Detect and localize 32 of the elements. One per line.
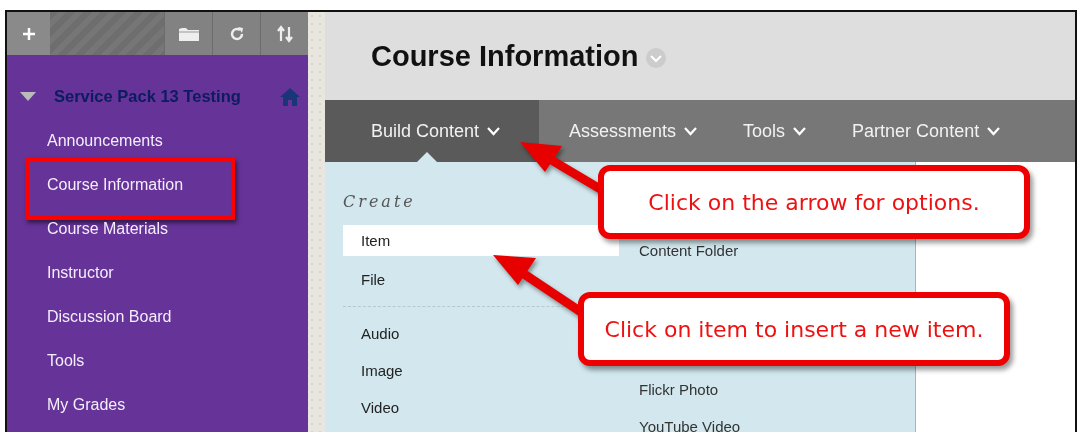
chevron-icon: [684, 126, 698, 136]
chevron-icon: [793, 126, 807, 136]
nav-tab[interactable]: Build Content: [325, 100, 539, 162]
sidebar-item[interactable]: Announcements: [47, 132, 163, 150]
page-title: Course Information: [371, 39, 639, 73]
callout: Click on item to insert a new item.: [578, 292, 1010, 366]
sidebar-item[interactable]: My Grades: [47, 396, 126, 414]
menu-heading: Create: [343, 192, 417, 211]
add-icon[interactable]: [7, 12, 50, 55]
refresh-icon[interactable]: [212, 12, 260, 55]
sidebar-item[interactable]: Instructor: [47, 264, 114, 282]
menu-item[interactable]: Item: [343, 225, 619, 256]
nav-tab[interactable]: Tools: [713, 100, 823, 162]
menu-item[interactable]: Image: [343, 352, 403, 389]
sidebar-item[interactable]: Tools: [47, 352, 85, 370]
sidebar-item[interactable]: Course Materials: [47, 220, 168, 238]
folder-icon[interactable]: [164, 12, 212, 55]
menu-item[interactable]: Video: [343, 389, 400, 426]
menu-item[interactable]: Content Folder: [639, 240, 739, 260]
sidebar-item[interactable]: Course Information: [47, 176, 184, 194]
collapse-icon[interactable]: [20, 92, 36, 101]
menu-item[interactable]: YouTube Video: [639, 416, 741, 432]
sidebar-item[interactable]: Discussion Board: [47, 308, 172, 326]
nav-tab[interactable]: Partner Content: [822, 100, 1017, 162]
nav-tab[interactable]: Assessments: [539, 100, 714, 162]
menu-item[interactable]: Audio: [343, 315, 400, 352]
chevron-icon: [987, 126, 1001, 136]
menu-item[interactable]: Flickr Photo: [639, 379, 719, 399]
chevron-icon: [487, 126, 501, 136]
sort-icon[interactable]: [260, 12, 308, 55]
callout: Click on the arrow for options.: [598, 165, 1030, 239]
menu-item[interactable]: File: [343, 261, 386, 298]
